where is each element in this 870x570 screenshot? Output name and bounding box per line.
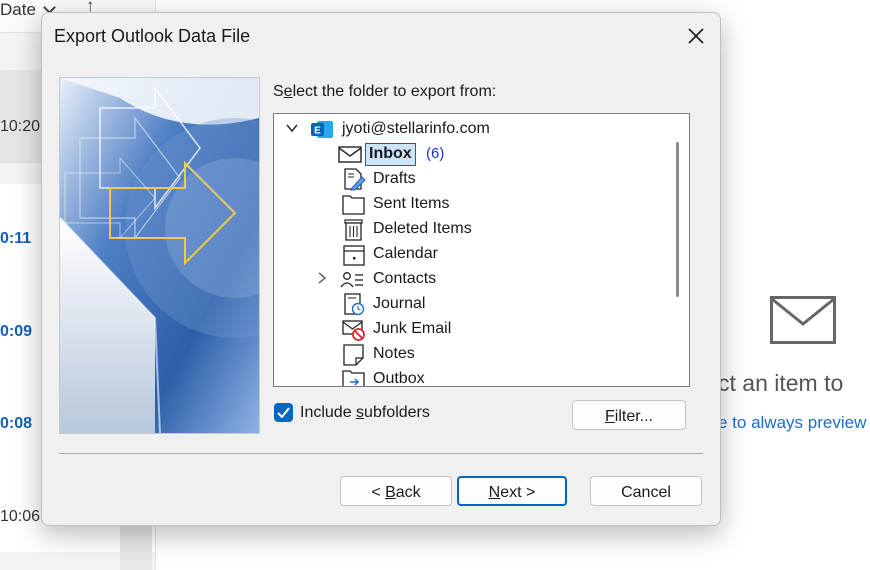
tree-folder-journal[interactable]: Journal	[274, 292, 664, 317]
trash-icon	[344, 219, 363, 241]
contacts-icon	[340, 272, 363, 288]
cancel-button[interactable]: Cancel	[590, 476, 702, 506]
folder-label-inbox[interactable]: Inbox	[365, 143, 416, 166]
svg-text:E: E	[314, 126, 321, 137]
include-subfolders-label: Include subfolders	[300, 404, 430, 421]
message-time: 10:06	[0, 508, 41, 525]
journal-icon	[344, 293, 365, 316]
tree-scrollbar[interactable]	[676, 142, 679, 297]
envelope-icon	[770, 296, 836, 344]
outlook-account-icon: E	[311, 121, 333, 138]
folder-label-notes: Notes	[373, 345, 415, 362]
folder-label-calendar: Calendar	[373, 245, 438, 262]
junk-icon	[342, 320, 365, 341]
tree-folder-outbox[interactable]: Outbox	[274, 367, 664, 387]
filter-button[interactable]: Filter...	[572, 400, 686, 430]
tree-folder-sent[interactable]: Sent Items	[274, 192, 664, 217]
back-button[interactable]: < Back	[340, 476, 452, 506]
folder-select-label: Select the folder to export from:	[273, 83, 497, 100]
unread-count: (6)	[426, 145, 445, 162]
folder-label-drafts: Drafts	[373, 170, 416, 187]
tree-folder-deleted[interactable]: Deleted Items	[274, 217, 664, 242]
dialog-divider	[59, 453, 703, 454]
chevron-down-icon[interactable]	[286, 122, 298, 134]
envelope-icon	[338, 146, 362, 163]
folder-tree[interactable]: E jyoti@stellarinfo.com Inbox (6) Drafts	[273, 113, 690, 387]
tree-account-row[interactable]: E jyoti@stellarinfo.com	[274, 117, 664, 142]
dialog-title: Export Outlook Data File	[54, 26, 251, 46]
folder-label-deleted: Deleted Items	[373, 220, 472, 237]
message-time: 0:09	[0, 323, 33, 340]
folder-label-junk: Junk Email	[373, 320, 452, 337]
sent-folder-icon	[342, 195, 365, 215]
close-icon	[688, 28, 704, 44]
sort-label: Date	[0, 0, 36, 19]
next-button[interactable]: Next >	[457, 476, 567, 506]
notes-icon	[343, 344, 364, 366]
outbox-icon	[342, 370, 365, 386]
account-name: jyoti@stellarinfo.com	[342, 120, 490, 137]
preview-settings-link[interactable]: e to always preview	[718, 413, 866, 433]
export-dialog: Export Outlook Data File Select the fold…	[41, 12, 721, 526]
tree-folder-contacts[interactable]: Contacts	[274, 267, 664, 292]
checkbox-checked[interactable]	[274, 403, 293, 422]
tree-folder-calendar[interactable]: Calendar	[274, 242, 664, 267]
tree-folder-inbox[interactable]: Inbox (6)	[274, 142, 664, 167]
message-time: 0:11	[0, 230, 32, 247]
message-time: 10:20	[0, 118, 41, 135]
drafts-icon	[344, 168, 366, 191]
folder-label-sent: Sent Items	[373, 195, 450, 212]
tree-folder-notes[interactable]: Notes	[274, 342, 664, 367]
tree-folder-drafts[interactable]: Drafts	[274, 167, 664, 192]
folder-label-journal: Journal	[373, 295, 426, 312]
wizard-illustration	[59, 77, 260, 434]
message-time: 0:08	[0, 415, 33, 432]
close-button[interactable]	[680, 21, 712, 51]
chevron-right-icon[interactable]	[316, 272, 328, 284]
folder-label-outbox: Outbox	[373, 370, 425, 387]
checkmark-icon	[277, 407, 290, 418]
preview-placeholder-text: ct an item to	[718, 370, 844, 396]
tree-folder-junk[interactable]: Junk Email	[274, 317, 664, 342]
calendar-icon	[343, 245, 365, 266]
folder-label-contacts: Contacts	[373, 270, 437, 287]
